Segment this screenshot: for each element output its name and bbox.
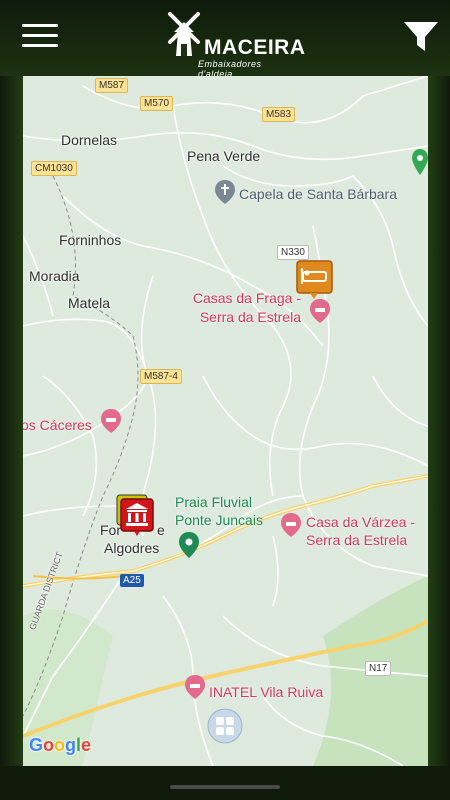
park-pin-icon[interactable] — [179, 532, 199, 558]
poi-casa-varzea-line1: Casa da Várzea - — [306, 514, 415, 530]
road-m583: M583 — [262, 107, 296, 122]
museum-marker-icon[interactable] — [116, 494, 156, 536]
app-header: MACEIRA Embaixadores d'aldeia — [0, 0, 450, 79]
park-pin-icon[interactable] — [412, 149, 428, 175]
place-algodres: Algodres — [104, 540, 160, 556]
right-frame — [428, 76, 450, 766]
google-logo: Google — [29, 735, 92, 755]
lodging-pin-icon[interactable] — [185, 675, 205, 699]
place-moradia: Moradia — [29, 268, 80, 284]
bottom-bar — [0, 766, 450, 800]
road-n330: N330 — [277, 245, 309, 260]
poi-inatel: INATEL Vila Ruiva — [209, 684, 324, 700]
road-m587-4: M587-4 — [140, 369, 182, 384]
lodging-pin-icon[interactable] — [310, 299, 330, 323]
poi-casa-varzea-line2: Serra da Estrela — [306, 532, 408, 548]
logo-text: MACEIRA — [204, 36, 306, 59]
place-forninhos: Forninhos — [59, 232, 122, 248]
poi-os-caceres: os Cáceres — [23, 417, 92, 433]
poi-capela-label: Capela de Santa Bárbara — [239, 186, 397, 202]
church-pin-icon[interactable] — [215, 180, 235, 204]
place-fornos-suffix: e — [157, 522, 165, 538]
home-indicator[interactable] — [170, 785, 280, 789]
filter-funnel-icon[interactable] — [404, 22, 438, 52]
place-matela: Matela — [68, 295, 111, 311]
hamburger-menu-icon[interactable] — [22, 24, 58, 48]
maceira-logo: MACEIRA Embaixadores d'aldeia — [164, 10, 305, 79]
grid-cluster-icon[interactable] — [207, 708, 243, 744]
road-a25: A25 — [120, 574, 144, 587]
road-m570: M570 — [140, 96, 174, 111]
place-dornelas: Dornelas — [61, 132, 118, 148]
poi-casas-fraga-line2: Serra da Estrela — [199, 309, 301, 325]
lodging-pin-icon[interactable] — [101, 409, 121, 433]
hotel-marker-icon[interactable] — [296, 260, 334, 300]
poi-praia-line2: Ponte Juncais — [175, 512, 263, 528]
left-frame — [0, 76, 23, 766]
poi-praia-line1: Praia Fluvial — [175, 494, 253, 510]
place-pena-verde: Pena Verde — [187, 148, 261, 164]
lodging-pin-icon[interactable] — [281, 513, 301, 537]
road-m587: M587 — [95, 78, 129, 93]
map-view[interactable]: Dornelas Pena Verde Forninhos Moradia Ma… — [23, 76, 428, 766]
road-n17: N17 — [365, 661, 392, 676]
road-cm1030: CM1030 — [31, 161, 77, 176]
poi-casas-fraga-line1: Casas da Fraga - — [192, 290, 301, 306]
